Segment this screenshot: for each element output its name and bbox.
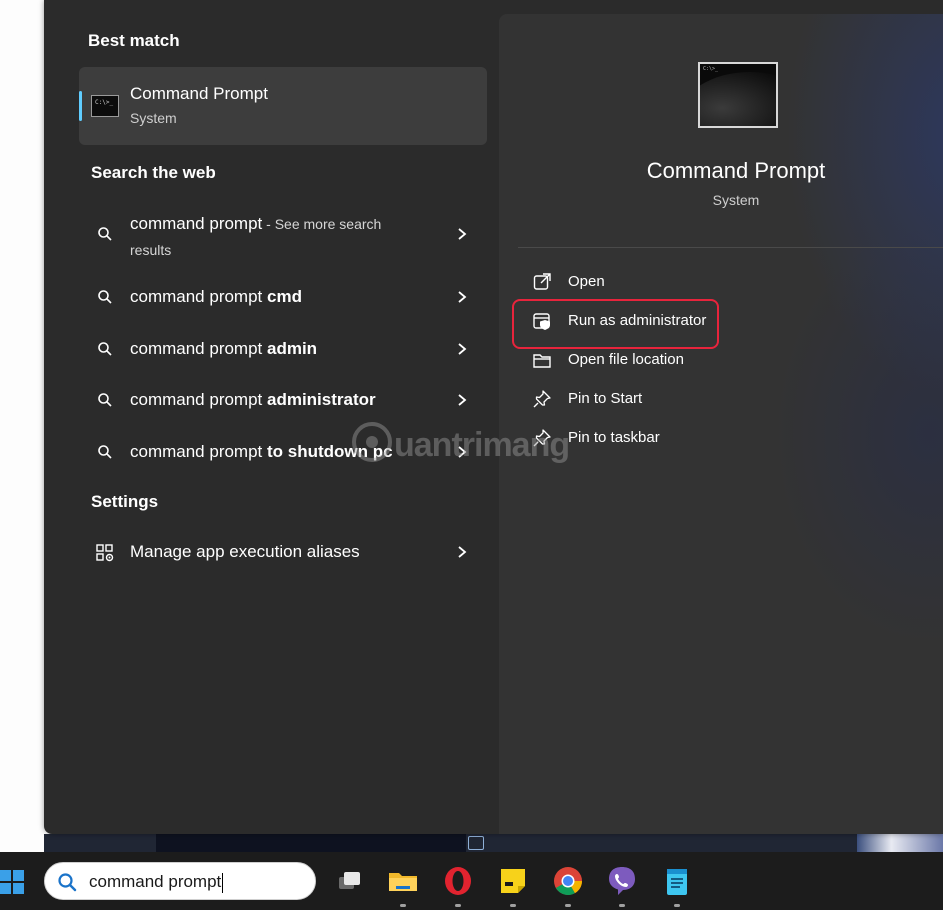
running-indicator — [455, 904, 461, 907]
settings-heading: Settings — [91, 492, 159, 511]
running-indicator — [565, 904, 571, 907]
settings-result[interactable]: Manage app execution aliases — [79, 539, 487, 567]
search-flyout: Best match C:\>_ Command Prompt System S… — [44, 0, 943, 834]
selection-accent — [79, 91, 82, 121]
running-indicator — [674, 904, 680, 907]
running-indicator — [619, 904, 625, 907]
action-pin-to-start[interactable]: Pin to Start — [532, 385, 832, 413]
results-pane: Best match C:\>_ Command Prompt System S… — [44, 0, 499, 834]
web-result-text: command prompt - See more search results — [130, 214, 382, 258]
search-icon — [98, 342, 112, 356]
action-open-file-location[interactable]: Open file location — [532, 346, 832, 374]
web-result[interactable]: command prompt admin — [79, 336, 487, 364]
notepad-icon[interactable] — [660, 864, 694, 898]
app-settings-icon — [96, 544, 114, 562]
chrome-icon[interactable] — [551, 864, 585, 898]
web-result-text: command prompt admin — [130, 339, 318, 358]
settings-result-text: Manage app execution aliases — [130, 542, 360, 561]
web-result-text: command prompt administrator — [130, 390, 376, 409]
search-icon — [58, 873, 77, 892]
action-label: Pin to Start — [568, 390, 643, 407]
watermark-logo: uantrimang — [352, 420, 582, 476]
annotation-highlight — [512, 299, 719, 349]
chevron-right-icon — [458, 291, 467, 303]
pin-icon — [533, 390, 551, 408]
action-open[interactable]: Open — [532, 268, 832, 296]
chevron-right-icon — [458, 343, 467, 355]
details-divider — [518, 247, 943, 248]
search-icon — [98, 227, 112, 241]
viber-icon[interactable] — [605, 864, 639, 898]
chevron-right-icon — [458, 546, 467, 558]
file-explorer-icon[interactable] — [386, 864, 420, 898]
sticky-notes-icon[interactable] — [496, 864, 530, 898]
desktop-strip — [44, 834, 943, 852]
taskbar-search-box[interactable]: command prompt — [44, 862, 316, 900]
web-result[interactable]: command prompt - See more search results — [79, 208, 487, 264]
web-result[interactable]: command prompt cmd — [79, 284, 487, 312]
desktop-glyph — [468, 836, 484, 850]
desktop-window-edge — [156, 834, 466, 852]
running-indicator — [510, 904, 516, 907]
action-label: Open file location — [568, 351, 684, 368]
running-indicator — [400, 904, 406, 907]
search-web-heading: Search the web — [91, 163, 216, 182]
web-result[interactable]: command prompt administrator — [79, 387, 487, 415]
best-match-heading: Best match — [88, 31, 180, 50]
open-external-icon — [533, 273, 551, 290]
best-match-result[interactable]: C:\>_ Command Prompt System — [79, 67, 487, 145]
watermark-mark — [352, 422, 392, 462]
task-view-icon[interactable] — [332, 864, 366, 898]
command-prompt-icon: C:\>_ — [91, 95, 119, 117]
best-match-type: System — [130, 110, 177, 126]
folder-icon — [533, 354, 551, 368]
search-icon — [98, 290, 112, 304]
search-icon — [98, 445, 112, 459]
best-match-name: Command Prompt — [130, 84, 268, 103]
search-input[interactable]: command prompt — [89, 872, 224, 893]
taskbar: command prompt — [0, 852, 943, 910]
start-windows-icon[interactable] — [0, 869, 26, 895]
chevron-right-icon — [458, 228, 467, 240]
details-app-type: System — [712, 192, 760, 208]
watermark-text: uantrimang — [394, 426, 570, 464]
chevron-right-icon — [458, 394, 467, 406]
opera-icon[interactable] — [441, 864, 475, 898]
details-app-name: Command Prompt — [646, 158, 826, 183]
desktop-background — [0, 0, 44, 852]
action-label: Open — [568, 273, 605, 290]
command-prompt-preview-icon: C:\>_ — [698, 62, 778, 128]
search-icon — [98, 393, 112, 407]
desktop-wallpaper-fragment — [857, 834, 943, 852]
web-result-text: command prompt cmd — [130, 287, 302, 306]
